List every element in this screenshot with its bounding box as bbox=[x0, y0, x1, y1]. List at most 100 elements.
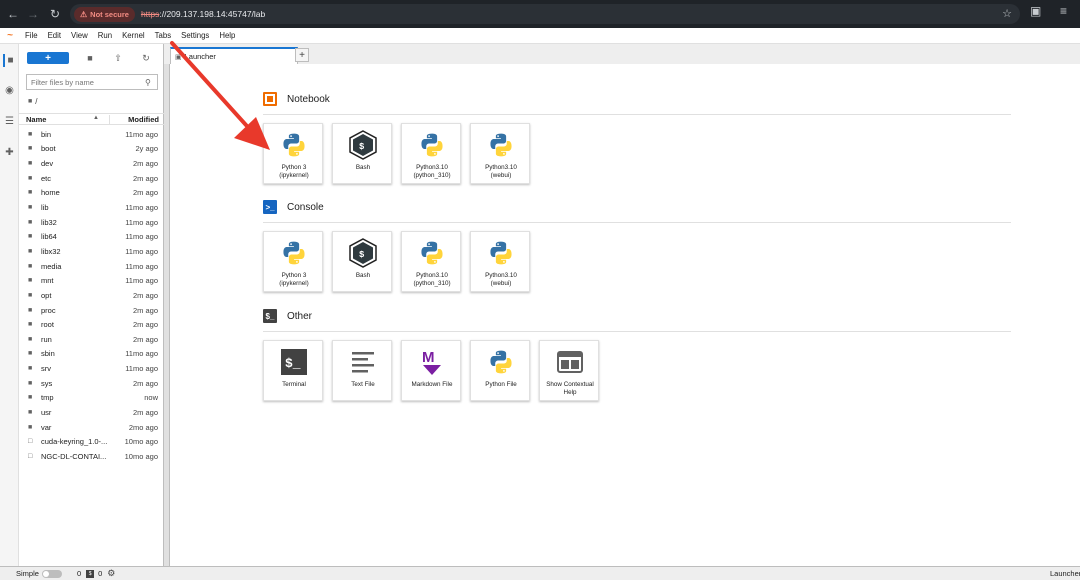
terminals-count[interactable]: 0 bbox=[98, 569, 102, 578]
file-name: tmp bbox=[41, 393, 54, 403]
simple-mode-toggle[interactable] bbox=[41, 569, 62, 578]
python-icon bbox=[485, 129, 517, 161]
file-row[interactable]: ■ run 2m ago bbox=[19, 332, 164, 347]
file-icon: □ bbox=[28, 438, 33, 446]
file-row[interactable]: ■ usr 2m ago bbox=[19, 405, 164, 420]
address-bar[interactable]: ⚠ Not secure https://209.137.198.14:4574… bbox=[70, 4, 1020, 24]
file-row[interactable]: ■ mnt 11mo ago bbox=[19, 273, 164, 288]
python-icon bbox=[485, 237, 517, 269]
launcher-card[interactable]: Python 3 (ipykernel) bbox=[263, 231, 323, 292]
file-row[interactable]: ■ sys 2m ago bbox=[19, 376, 164, 391]
file-row[interactable]: ■ lib64 11mo ago bbox=[19, 229, 164, 244]
filter-input[interactable] bbox=[31, 77, 141, 87]
launcher-panel: Notebook Python 3 (ipykernel) $ Bash Python3… bbox=[169, 64, 1080, 566]
launcher-card[interactable]: Show Contextual Help bbox=[539, 340, 599, 401]
extension-icon[interactable]: ✚ bbox=[3, 146, 16, 159]
file-row[interactable]: ■ lib 11mo ago bbox=[19, 200, 164, 215]
toc-icon[interactable]: ☰ bbox=[3, 115, 16, 128]
file-modified: 2mo ago bbox=[128, 422, 158, 432]
upload-icon[interactable]: ⇧ bbox=[111, 52, 125, 64]
extensions-icon[interactable]: ▣ bbox=[1030, 4, 1041, 18]
launcher-card-label: Python 3 (ipykernel) bbox=[279, 164, 309, 179]
folder-icon: ■ bbox=[28, 262, 33, 270]
file-row[interactable]: ■ home 2m ago bbox=[19, 186, 164, 201]
menu-run[interactable]: Run bbox=[93, 31, 117, 40]
file-name: lib64 bbox=[41, 232, 57, 242]
launcher-card[interactable]: Text File bbox=[332, 340, 392, 401]
file-row[interactable]: ■ dev 2m ago bbox=[19, 156, 164, 171]
file-row[interactable]: ■ var 2mo ago bbox=[19, 420, 164, 435]
folder-icon: ■ bbox=[28, 189, 33, 197]
launcher-card[interactable]: Python3.10 (webui) bbox=[470, 123, 530, 184]
launcher-card[interactable]: Python3.10 (webui) bbox=[470, 231, 530, 292]
menu-file[interactable]: File bbox=[20, 31, 43, 40]
new-folder-icon[interactable]: ■ bbox=[83, 52, 97, 64]
launcher-card[interactable]: $_ Terminal bbox=[263, 340, 323, 401]
svg-text:$_: $_ bbox=[285, 356, 301, 371]
kernels-count[interactable]: 0 bbox=[77, 569, 81, 578]
launcher-card[interactable]: Python3.10 (python_310) bbox=[401, 231, 461, 292]
file-row[interactable]: ■ boot 2y ago bbox=[19, 142, 164, 157]
security-badge[interactable]: ⚠ Not secure bbox=[74, 6, 135, 22]
python-icon bbox=[278, 129, 310, 161]
launcher-card[interactable]: Python 3 (ipykernel) bbox=[263, 123, 323, 184]
file-row[interactable]: ■ media 11mo ago bbox=[19, 259, 164, 274]
back-icon[interactable]: ← bbox=[2, 3, 24, 25]
launcher-card[interactable]: $ Bash bbox=[332, 123, 392, 184]
browser-menu-icon[interactable]: ≡ bbox=[1060, 4, 1067, 18]
file-row[interactable]: ■ sbin 11mo ago bbox=[19, 347, 164, 362]
forward-icon[interactable]: → bbox=[22, 3, 44, 25]
modified-column-header[interactable]: Modified bbox=[109, 114, 164, 124]
file-modified: 2m ago bbox=[132, 188, 158, 198]
file-row[interactable]: □ NGC-DL-CONTAI... 10mo ago bbox=[19, 449, 164, 464]
file-row[interactable]: ■ tmp now bbox=[19, 391, 164, 406]
file-name: lib bbox=[41, 203, 49, 213]
file-modified: now bbox=[144, 393, 158, 403]
tab-launcher[interactable]: ▣ Launcher bbox=[170, 47, 298, 64]
folder-icon[interactable]: ■ bbox=[28, 98, 32, 105]
folder-icon: ■ bbox=[28, 335, 33, 343]
section-title: Other bbox=[287, 310, 313, 322]
file-row[interactable]: ■ etc 2m ago bbox=[19, 171, 164, 186]
file-row[interactable]: ■ bin 11mo ago bbox=[19, 127, 164, 142]
file-name: srv bbox=[41, 364, 51, 374]
folder-icon[interactable]: ■ bbox=[3, 54, 16, 67]
file-modified: 11mo ago bbox=[125, 203, 158, 213]
file-row[interactable]: ■ root 2m ago bbox=[19, 317, 164, 332]
launcher-card[interactable]: $ Bash bbox=[332, 231, 392, 292]
file-modified: 2m ago bbox=[132, 407, 158, 417]
file-modified: 2m ago bbox=[132, 320, 158, 330]
menu-settings[interactable]: Settings bbox=[176, 31, 214, 40]
file-name: etc bbox=[41, 173, 52, 183]
folder-icon: ■ bbox=[28, 160, 33, 168]
section-divider bbox=[263, 114, 1011, 115]
running-icon[interactable]: ◉ bbox=[3, 84, 16, 97]
refresh-icon[interactable]: ↻ bbox=[139, 52, 153, 64]
menu-tabs[interactable]: Tabs bbox=[150, 31, 176, 40]
file-row[interactable]: ■ lib32 11mo ago bbox=[19, 215, 164, 230]
folder-icon: ■ bbox=[28, 423, 33, 431]
bookmark-star-icon[interactable]: ☆ bbox=[1002, 7, 1012, 20]
menu-help[interactable]: Help bbox=[214, 31, 240, 40]
menu-kernel[interactable]: Kernel bbox=[117, 31, 150, 40]
launcher-card-label: Bash bbox=[355, 164, 371, 171]
folder-icon: ■ bbox=[28, 204, 33, 212]
launcher-card[interactable]: Python File bbox=[470, 340, 530, 401]
svg-text:$: $ bbox=[359, 250, 365, 260]
menu-edit[interactable]: Edit bbox=[43, 31, 66, 40]
terminal-status-icon: $ bbox=[86, 569, 95, 578]
new-launcher-button[interactable]: + bbox=[27, 52, 69, 64]
file-row[interactable]: ■ libx32 11mo ago bbox=[19, 244, 164, 259]
file-row[interactable]: □ cuda-keyring_1.0-... 10mo ago bbox=[19, 434, 164, 449]
add-tab-button[interactable]: + bbox=[295, 48, 309, 62]
breadcrumb-root[interactable]: / bbox=[35, 97, 37, 106]
name-column-header[interactable]: Name ▲ bbox=[19, 115, 109, 124]
file-modified: 11mo ago bbox=[125, 364, 158, 374]
launcher-card[interactable]: Python3.10 (python_310) bbox=[401, 123, 461, 184]
menu-view[interactable]: View bbox=[66, 31, 93, 40]
launcher-card[interactable]: M Markdown File bbox=[401, 340, 461, 401]
file-row[interactable]: ■ opt 2m ago bbox=[19, 288, 164, 303]
reload-icon[interactable]: ↻ bbox=[44, 3, 66, 25]
file-row[interactable]: ■ srv 11mo ago bbox=[19, 361, 164, 376]
file-row[interactable]: ■ proc 2m ago bbox=[19, 303, 164, 318]
